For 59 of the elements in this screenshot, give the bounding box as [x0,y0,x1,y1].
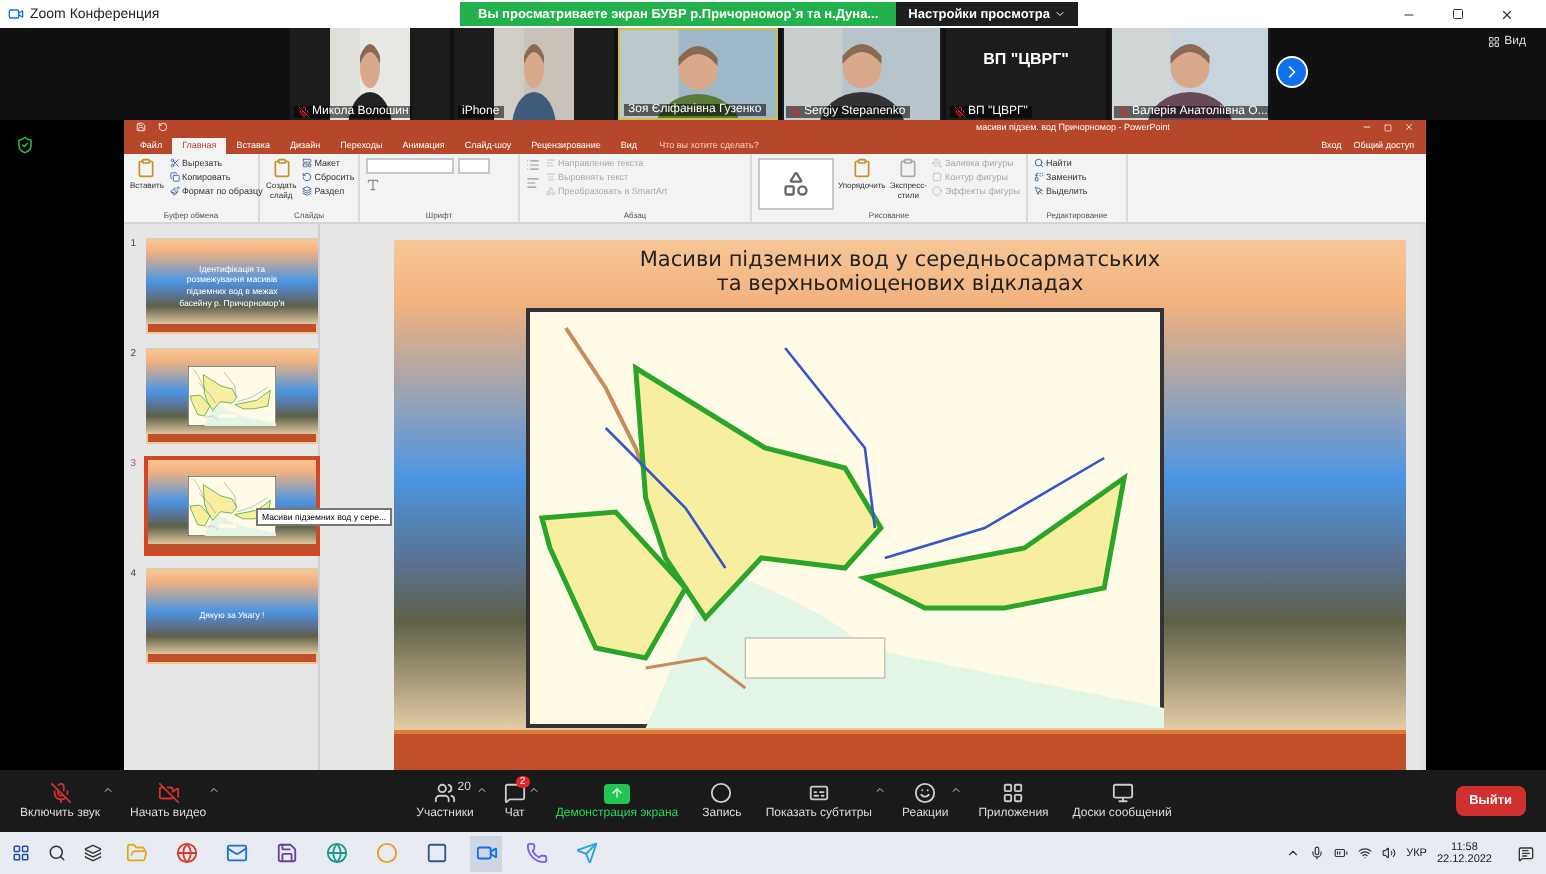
muted-microphone-icon [49,782,71,804]
close-icon[interactable] [1500,7,1514,21]
search-icon[interactable] [48,844,66,862]
slide-thumbnail[interactable] [146,348,318,444]
next-page-button[interactable] [1276,56,1308,88]
video-off-icon [157,782,180,804]
shapes-icon [781,169,810,198]
task-view-icon[interactable] [84,844,102,862]
search-icon [1034,157,1044,168]
maximize-icon[interactable] [1452,7,1464,19]
record-icon [710,782,733,804]
scrollbar[interactable] [1420,224,1426,770]
volume-icon[interactable] [1382,846,1397,860]
font-size-field[interactable] [458,157,490,174]
font-name-field[interactable] [366,157,454,174]
monitor-icon [1111,782,1134,804]
caret-icon [1053,8,1066,20]
app-icon [8,6,24,22]
paintbrush-icon [169,185,180,196]
participant-label: ВП "ЦВРГ" [983,52,1069,68]
circle-icon [932,185,943,196]
save-icon[interactable] [136,122,146,133]
font-format-icon[interactable] [366,177,380,192]
chat-icon [503,782,526,804]
caret-icon[interactable] [1286,846,1301,860]
clipboard-icon [898,157,919,178]
scissors-icon [169,157,180,168]
minimize-icon[interactable] [1362,122,1372,133]
shield-icon [16,136,34,154]
align-icon [546,157,556,168]
clipboard-icon [136,157,157,178]
layout-icon [302,157,313,168]
reset-icon [302,171,313,182]
grid-icon [1488,36,1501,48]
shapes-icon [546,185,556,196]
video-camera-icon[interactable] [470,835,502,871]
layers-icon [302,185,313,196]
undo-icon[interactable] [158,122,168,133]
share-screen-icon [603,783,630,803]
microphone-icon[interactable] [1310,846,1325,860]
shapes-gallery[interactable] [758,157,834,210]
caret-icon[interactable] [874,784,886,796]
battery-icon[interactable] [1334,846,1349,860]
clipboard-icon [271,157,292,178]
captions-icon [807,782,830,804]
slide-title: Масиви підземних вод у середньосарматських та верхньоміоценових відкладах [639,248,1161,297]
align-icon [546,171,556,182]
cursor-icon [1034,185,1044,196]
wifi-icon[interactable] [1358,846,1373,860]
copy-icon [169,171,180,182]
notifications-icon[interactable] [1518,845,1534,861]
square-icon [932,171,943,182]
paint-bucket-icon [932,157,943,168]
apps-icon [1002,782,1025,804]
clipboard-icon [851,157,872,178]
people-icon [433,782,456,804]
smiley-icon [914,782,937,804]
replace-icon [1034,171,1044,182]
start-icon[interactable] [12,844,30,862]
